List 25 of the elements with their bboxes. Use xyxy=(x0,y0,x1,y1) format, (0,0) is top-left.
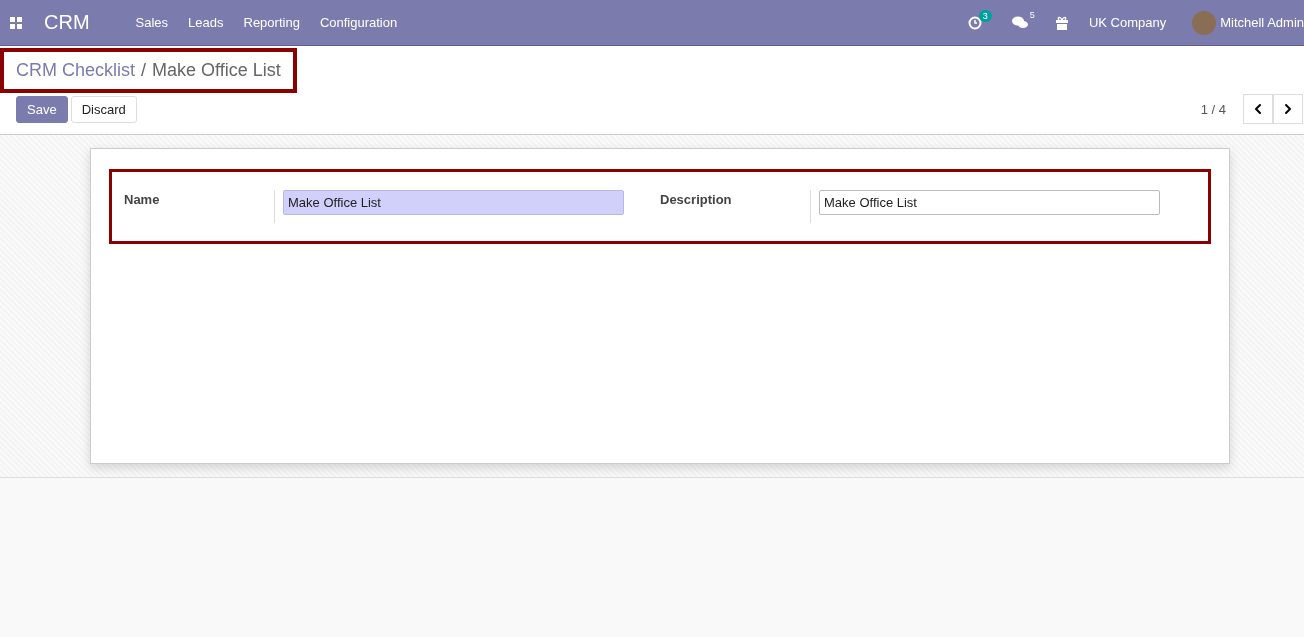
menu-item[interactable]: Reporting xyxy=(243,15,300,30)
field-label: Description xyxy=(660,191,733,207)
text-field[interactable]: Make Office List xyxy=(819,190,1160,215)
gift-icon[interactable] xyxy=(1054,15,1069,30)
menu-item[interactable]: Leads xyxy=(188,15,224,30)
previous-button[interactable] xyxy=(1243,94,1273,124)
save-button[interactable]: Save xyxy=(16,95,68,123)
apps-grid-icon[interactable] xyxy=(10,16,22,29)
next-button[interactable] xyxy=(1273,94,1303,124)
text-field[interactable]: Make Office List xyxy=(283,190,624,215)
app-name: CRM xyxy=(44,11,90,34)
user-name[interactable]: Mitchell Admin xyxy=(1220,15,1304,30)
field-label: Name xyxy=(124,191,161,207)
menu-item[interactable]: Configuration xyxy=(319,15,398,30)
company-switcher[interactable]: UK Company xyxy=(1088,15,1167,30)
discard-button[interactable]: Discard xyxy=(70,95,137,123)
message-count: 5 xyxy=(1029,10,1035,20)
pager-value: 1 / 4 xyxy=(1200,101,1226,117)
menu-item[interactable]: Sales xyxy=(135,15,169,30)
breadcrumb-separator: / xyxy=(141,60,147,81)
activity-count-badge: 3 xyxy=(978,9,992,22)
breadcrumb-current: Make Office List xyxy=(152,60,281,81)
breadcrumb-link[interactable]: CRM Checklist xyxy=(16,60,135,81)
clock-icon[interactable] xyxy=(967,15,982,30)
chat-bubbles-icon[interactable] xyxy=(1011,16,1028,29)
